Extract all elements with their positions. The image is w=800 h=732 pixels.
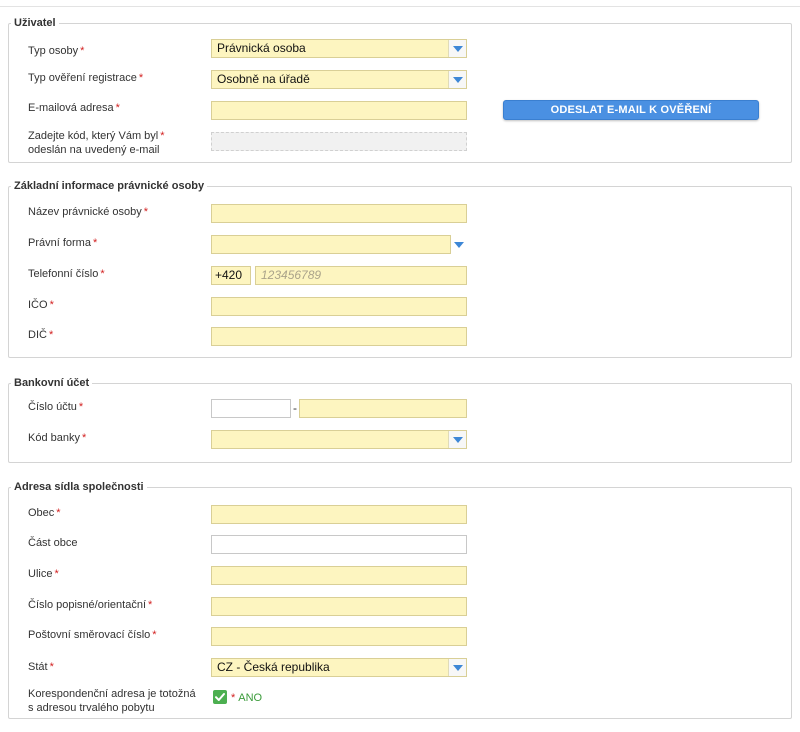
section-entity-title: Základní informace právnické osoby — [11, 179, 208, 194]
chevron-down-icon — [448, 40, 466, 57]
postal-code-label: Poštovní směrovací číslo * — [28, 629, 157, 641]
entity-name-field[interactable] — [211, 204, 467, 223]
dic-label: DIČ * — [28, 329, 54, 341]
dic-field[interactable] — [211, 327, 467, 346]
ico-field[interactable] — [211, 297, 467, 316]
correspondence-address-value: * ANO — [231, 692, 263, 704]
phone-label: Telefonní číslo * — [28, 268, 105, 280]
account-prefix-field[interactable] — [211, 399, 291, 418]
correspondence-address-label: Korespondenční adresa je totožná s adres… — [28, 688, 196, 714]
street-field[interactable] — [211, 566, 467, 585]
chevron-down-icon — [448, 431, 466, 448]
city-part-field[interactable] — [211, 535, 467, 554]
checkmark-icon — [215, 693, 225, 701]
postal-code-field[interactable] — [211, 627, 467, 646]
city-field[interactable] — [211, 505, 467, 524]
house-number-label: Číslo popisné/orientační * — [28, 599, 153, 611]
section-address: Adresa sídla společnosti Obec * Část obce… — [8, 480, 792, 719]
section-bank: Bankovní účet Číslo účtu * - Kód banky * — [8, 376, 792, 463]
section-user-title: Uživatel — [11, 16, 59, 31]
ico-label: IČO * — [28, 299, 54, 311]
legal-form-select[interactable] — [211, 235, 464, 254]
chevron-down-icon — [448, 71, 466, 88]
verification-code-field — [211, 132, 467, 151]
verification-type-select[interactable]: Osobně na úřadě — [211, 70, 467, 89]
email-field[interactable] — [211, 101, 467, 120]
email-label: E-mailová adresa * — [28, 102, 120, 114]
city-label: Obec * — [28, 507, 61, 519]
account-number-field[interactable] — [299, 399, 467, 418]
person-type-label: Typ osoby * — [28, 45, 85, 57]
phone-number-field[interactable]: 123456789 — [255, 266, 467, 285]
legal-form-label: Právní forma * — [28, 237, 98, 249]
section-address-title: Adresa sídla společnosti — [11, 480, 147, 495]
country-label: Stát * — [28, 661, 54, 673]
account-separator: - — [293, 401, 297, 415]
verification-code-label: Zadejte kód, který Vám byl * odeslán na u… — [28, 130, 165, 156]
person-type-select[interactable]: Právnická osoba — [211, 39, 467, 58]
send-verification-email-button[interactable]: ODESLAT E-MAIL K OVĚŘENÍ — [503, 100, 759, 120]
bank-code-label: Kód banky * — [28, 432, 87, 444]
verification-type-label: Typ ověření registrace * — [28, 72, 144, 84]
section-user: Uživatel Typ osoby * Právnická osoba Typ … — [8, 16, 792, 163]
chevron-down-icon — [448, 659, 466, 676]
city-part-label: Část obce — [28, 537, 78, 549]
bank-code-select[interactable] — [211, 430, 467, 449]
phone-prefix-field[interactable]: +420 — [211, 266, 251, 285]
correspondence-address-checkbox[interactable] — [213, 690, 227, 704]
top-divider — [0, 6, 800, 7]
country-select[interactable]: CZ - Česká republika — [211, 658, 467, 677]
section-bank-title: Bankovní účet — [11, 376, 93, 391]
account-number-label: Číslo účtu * — [28, 401, 84, 413]
street-label: Ulice * — [28, 568, 59, 580]
chevron-down-icon — [450, 236, 467, 253]
section-entity: Základní informace právnické osoby Název… — [8, 179, 792, 358]
entity-name-label: Název právnické osoby * — [28, 206, 149, 218]
house-number-field[interactable] — [211, 597, 467, 616]
